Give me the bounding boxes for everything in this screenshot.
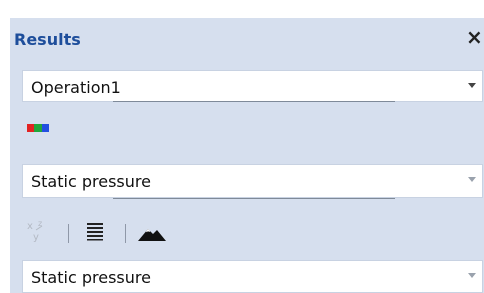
quantity-select-top[interactable]: Static pressure <box>22 164 483 198</box>
toolbar-separator <box>68 224 69 243</box>
blue-swatch <box>41 124 49 132</box>
operation-select[interactable]: Operation1 <box>22 70 483 102</box>
chevron-down-icon[interactable] <box>468 83 476 88</box>
toolbar-separator <box>125 224 126 243</box>
mountain-terrain-icon[interactable] <box>138 224 166 242</box>
chevron-down-icon[interactable] <box>468 273 476 278</box>
svg-text:x: x <box>27 221 33 232</box>
results-panel <box>10 18 484 293</box>
quantity-select-top-value: Static pressure <box>31 172 151 191</box>
xyz-coordinates-icon[interactable]: x z y <box>26 217 50 243</box>
chevron-down-icon[interactable] <box>468 177 476 182</box>
results-window: Results × Operation1 Static pressure x z… <box>0 0 484 293</box>
rgb-color-map-icon[interactable] <box>27 124 49 132</box>
close-icon[interactable]: × <box>466 26 483 48</box>
red-swatch <box>27 124 35 132</box>
quantity-select-top-underline <box>113 198 395 199</box>
quantity-select-bottom[interactable]: Static pressure <box>22 260 483 293</box>
quantity-select-bottom-value: Static pressure <box>31 268 151 287</box>
panel-title: Results <box>14 30 81 49</box>
green-swatch <box>34 124 42 132</box>
svg-text:y: y <box>33 232 39 243</box>
list-lines-icon[interactable] <box>86 221 104 241</box>
operation-select-value: Operation1 <box>31 78 121 97</box>
operation-select-underline <box>113 101 395 102</box>
